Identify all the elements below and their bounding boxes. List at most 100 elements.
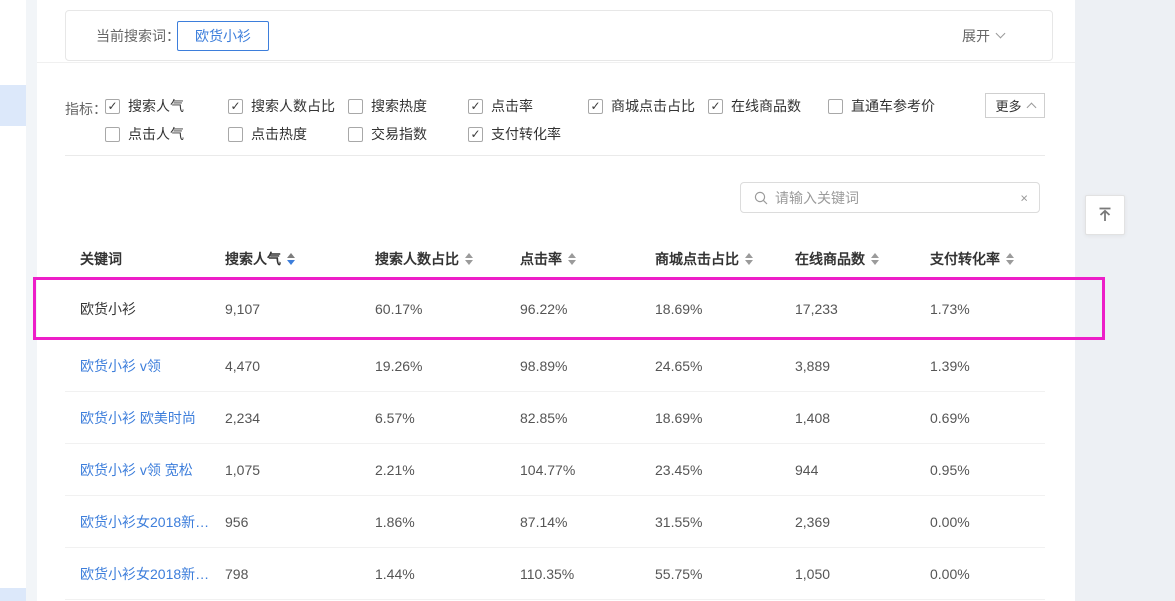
column-header-click-rate: 点击率 [505,249,640,269]
cell-value: 96.22% [505,301,640,317]
keyword-search-input[interactable] [775,184,1003,211]
checkbox-icon[interactable]: ✓ [708,99,723,114]
page-gutter [26,0,37,601]
keyword-link[interactable]: 欧货小衫 v领 宽松 [65,460,210,480]
checkbox-icon[interactable] [228,127,243,142]
cell-value: 1,408 [780,410,915,426]
section-divider [37,62,1075,63]
cell-value: 2,234 [210,410,360,426]
keyword-link[interactable]: 欧货小衫 v领 [65,356,210,376]
clear-icon[interactable]: × [1020,191,1028,204]
cell-value: 104.77% [505,462,640,478]
right-panel-background [1075,0,1175,601]
checkbox-icon[interactable] [348,99,363,114]
current-search-label: 当前搜索词： [96,26,180,46]
metric-checkbox[interactable]: ✓ 支付转化率 [468,125,561,143]
metric-checkbox[interactable]: 交易指数 [348,125,427,143]
expand-label: 展开 [962,26,990,46]
cell-value: 798 [210,566,360,582]
more-button[interactable]: 更多 [985,93,1045,118]
cell-value: 23.45% [640,462,780,478]
cell-value: 944 [780,462,915,478]
checkbox-icon[interactable]: ✓ [228,99,243,114]
chevron-up-icon [1026,103,1036,113]
cell-value: 1.39% [915,358,1045,374]
cell-value: 0.95% [915,462,1045,478]
checkbox-label: 在线商品数 [731,96,801,116]
metric-checkbox[interactable]: 点击热度 [228,125,307,143]
checkbox-label: 直通车参考价 [851,96,935,116]
checkbox-icon[interactable]: ✓ [588,99,603,114]
sort-icon[interactable] [568,253,576,265]
more-label: 更多 [995,96,1021,115]
cell-value: 0.00% [915,566,1045,582]
keyword-text: 欧货小衫 [65,299,210,319]
back-to-top-button[interactable] [1085,195,1125,235]
table-row: 欧货小衫 9,107 60.17% 96.22% 18.69% 17,233 1… [65,278,1045,340]
expand-toggle[interactable]: 展开 [962,26,1004,46]
keyword-link[interactable]: 欧货小衫女2018新款欧... [65,512,210,532]
metrics-label: 指标： [65,99,107,119]
checkbox-icon[interactable] [105,127,120,142]
cell-value: 18.69% [640,301,780,317]
cell-value: 55.75% [640,566,780,582]
checkbox-label: 点击人气 [128,124,184,144]
current-term-button[interactable]: 欧货小衫 [177,21,269,51]
cell-value: 60.17% [360,301,505,317]
cell-value: 0.00% [915,514,1045,530]
cell-value: 956 [210,514,360,530]
cell-value: 4,470 [210,358,360,374]
cell-value: 3,889 [780,358,915,374]
sort-icon[interactable] [287,253,295,265]
keywords-table: 关键词 搜索人气 搜索人数占比 点击率 商城点击占比 在线商品数 支付转化率 欧… [65,240,1045,600]
table-row: 欧货小衫女2018新款欧... 956 1.86% 87.14% 31.55% … [65,496,1045,548]
cell-value: 82.85% [505,410,640,426]
checkbox-label: 搜索人气 [128,96,184,116]
sort-icon[interactable] [465,253,473,265]
cell-value: 18.69% [640,410,780,426]
column-header-search-user-ratio: 搜索人数占比 [360,249,505,269]
back-to-top-icon [1095,204,1115,227]
checkbox-icon[interactable]: ✓ [468,99,483,114]
sort-icon[interactable] [1006,253,1014,265]
checkbox-label: 点击率 [491,96,533,116]
table-row: 欧货小衫 欧美时尚 2,234 6.57% 82.85% 18.69% 1,40… [65,392,1045,444]
keyword-link[interactable]: 欧货小衫女2018新款欧... [65,564,210,584]
checkbox-label: 商城点击占比 [611,96,695,116]
cell-value: 17,233 [780,301,915,317]
cell-value: 1.86% [360,514,505,530]
metric-checkbox[interactable]: ✓ 搜索人气 [105,97,184,115]
metric-checkbox[interactable]: ✓ 商城点击占比 [588,97,695,115]
cell-value: 9,107 [210,301,360,317]
keyword-search-box: × [740,182,1040,213]
metric-checkbox[interactable]: ✓ 点击率 [468,97,533,115]
cell-value: 110.35% [505,566,640,582]
metric-checkbox[interactable]: 搜索热度 [348,97,427,115]
metric-checkbox[interactable]: 直通车参考价 [828,97,935,115]
cell-value: 24.65% [640,358,780,374]
cell-value: 1,075 [210,462,360,478]
checkbox-icon[interactable]: ✓ [468,127,483,142]
sidebar-fragment-top [0,85,26,126]
cell-value: 1.73% [915,301,1045,317]
metric-checkbox[interactable]: 点击人气 [105,125,184,143]
sidebar-fragment-bottom [0,588,26,601]
checkbox-icon[interactable]: ✓ [105,99,120,114]
checkbox-icon[interactable] [828,99,843,114]
metric-checkbox[interactable]: ✓ 搜索人数占比 [228,97,335,115]
cell-value: 19.26% [360,358,505,374]
cell-value: 31.55% [640,514,780,530]
table-row: 欧货小衫 v领 4,470 19.26% 98.89% 24.65% 3,889… [65,340,1045,392]
checkbox-icon[interactable] [348,127,363,142]
sort-icon[interactable] [745,253,753,265]
search-icon [753,190,769,211]
metric-checkbox[interactable]: ✓ 在线商品数 [708,97,801,115]
column-header-payment-conversion: 支付转化率 [915,249,1045,269]
metrics-table-divider [65,155,1045,156]
cell-value: 1,050 [780,566,915,582]
sort-icon[interactable] [871,253,879,265]
keyword-link[interactable]: 欧货小衫 欧美时尚 [65,408,210,428]
cell-value: 87.14% [505,514,640,530]
table-row: 欧货小衫女2018新款欧... 798 1.44% 110.35% 55.75%… [65,548,1045,600]
checkbox-label: 点击热度 [251,124,307,144]
